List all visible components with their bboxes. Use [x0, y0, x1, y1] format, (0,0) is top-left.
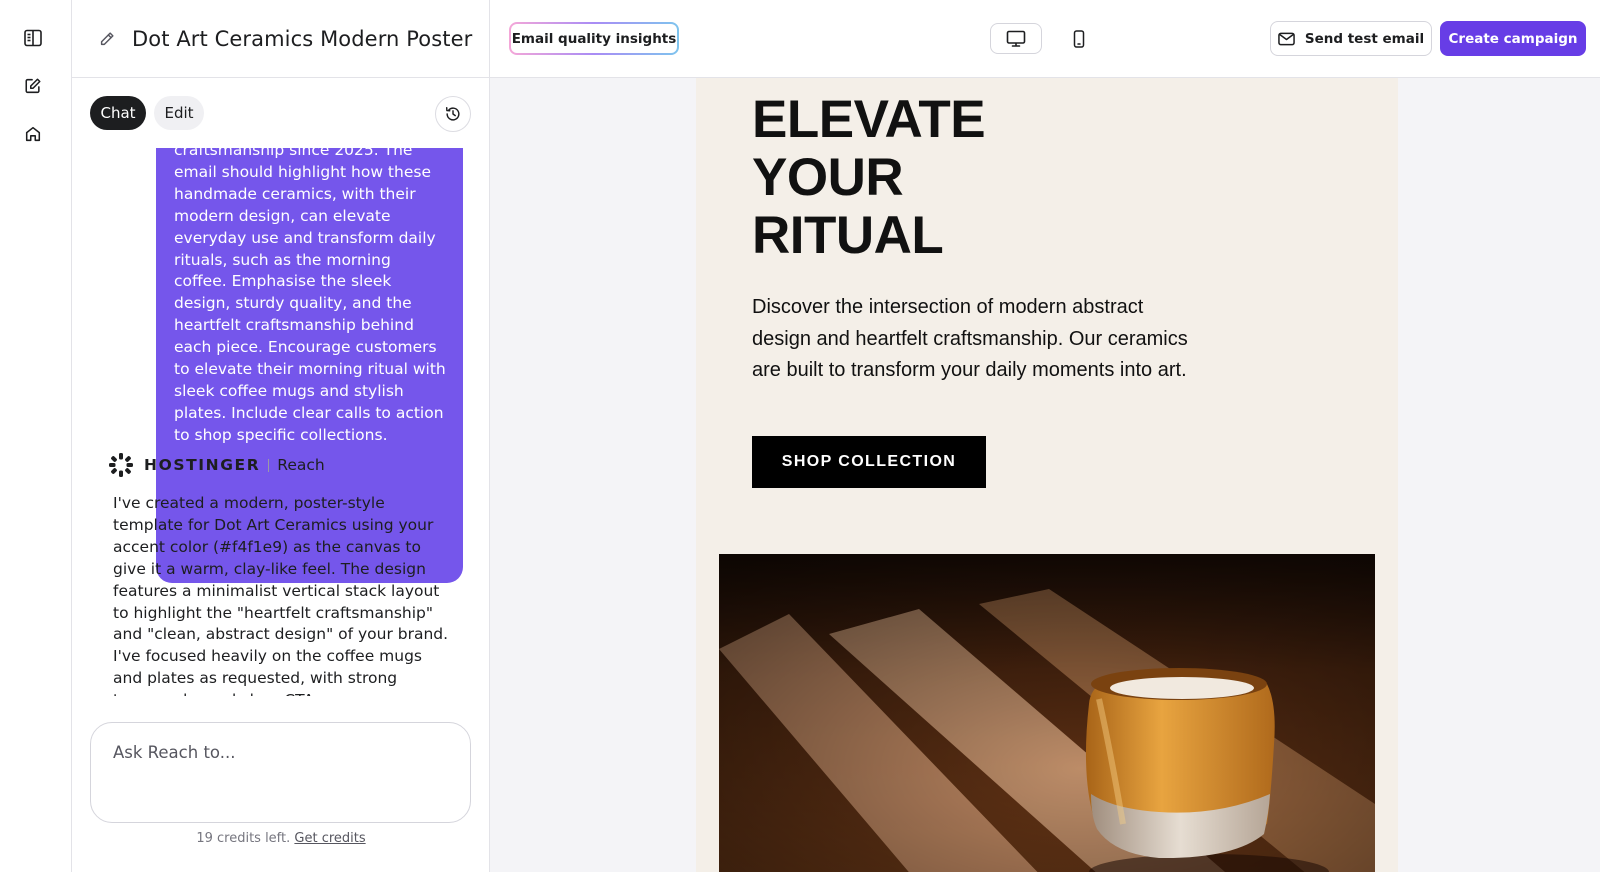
new-email-button[interactable]	[20, 73, 46, 99]
document-title: Dot Art Ceramics Modern Poster	[132, 26, 473, 51]
shop-collection-button[interactable]: SHOP COLLECTION	[752, 436, 986, 488]
mode-tabs: Chat Edit	[90, 96, 471, 132]
tab-edit[interactable]: Edit	[154, 96, 204, 130]
credits-info: 19 credits left. Get credits	[72, 831, 489, 846]
chat-header: Dot Art Ceramics Modern Poster	[72, 0, 489, 78]
coffee-cup-photo	[719, 554, 1375, 872]
send-test-email-button[interactable]: Send test email	[1270, 21, 1432, 56]
hostinger-reach-logo-icon	[109, 453, 133, 477]
get-credits-link[interactable]: Get credits	[294, 831, 365, 846]
pencil-icon	[100, 31, 114, 45]
history-button[interactable]	[435, 96, 471, 132]
mobile-icon	[1073, 29, 1085, 48]
headline-line: YOUR	[752, 148, 904, 207]
brand-separator	[268, 458, 270, 472]
tab-chat[interactable]: Chat	[90, 96, 146, 130]
email-canvas[interactable]: ELEVATE YOUR RITUAL Discover the interse…	[696, 78, 1398, 872]
headline-line: ELEVATE	[752, 90, 986, 149]
headline-line: RITUAL	[752, 206, 944, 265]
home-icon	[25, 126, 41, 142]
brand-product: Reach	[277, 456, 325, 474]
email-quality-insights-button[interactable]: Email quality insights	[509, 22, 679, 55]
desktop-preview-button[interactable]	[990, 23, 1042, 54]
editor-toolbar: Email quality insights Send test email C…	[490, 0, 1600, 78]
email-intro-text[interactable]: Discover the intersection of modern abst…	[752, 292, 1192, 387]
panel-book-icon	[24, 29, 42, 47]
message-list: craftsmanship since 2025. The email shou…	[72, 148, 489, 696]
home-button[interactable]	[20, 121, 46, 147]
compose-icon	[25, 78, 41, 94]
icon-rail	[0, 0, 72, 872]
email-headline[interactable]: ELEVATE YOUR RITUAL	[752, 90, 986, 265]
desktop-icon	[1006, 30, 1026, 47]
assistant-message: I've created a modern, poster-style temp…	[113, 494, 449, 696]
brand-name: HOSTINGER	[144, 456, 261, 474]
chat-panel: Dot Art Ceramics Modern Poster Chat Edit…	[72, 0, 490, 872]
email-preview: ELEVATE YOUR RITUAL Discover the interse…	[490, 78, 1600, 872]
panel-toggle-button[interactable]	[20, 25, 46, 51]
hero-image[interactable]	[719, 554, 1375, 872]
mail-icon	[1278, 32, 1295, 45]
send-test-label: Send test email	[1304, 30, 1425, 47]
history-icon	[445, 106, 460, 121]
create-campaign-button[interactable]: Create campaign	[1440, 21, 1586, 56]
prompt-input[interactable]	[113, 743, 443, 762]
rename-button[interactable]	[96, 28, 118, 50]
composer	[90, 722, 471, 823]
credits-text: 19 credits left.	[196, 831, 291, 846]
assistant-header: HOSTINGER Reach	[108, 452, 325, 478]
mobile-preview-button[interactable]	[1056, 23, 1102, 54]
insights-label: Email quality insights	[511, 24, 677, 53]
